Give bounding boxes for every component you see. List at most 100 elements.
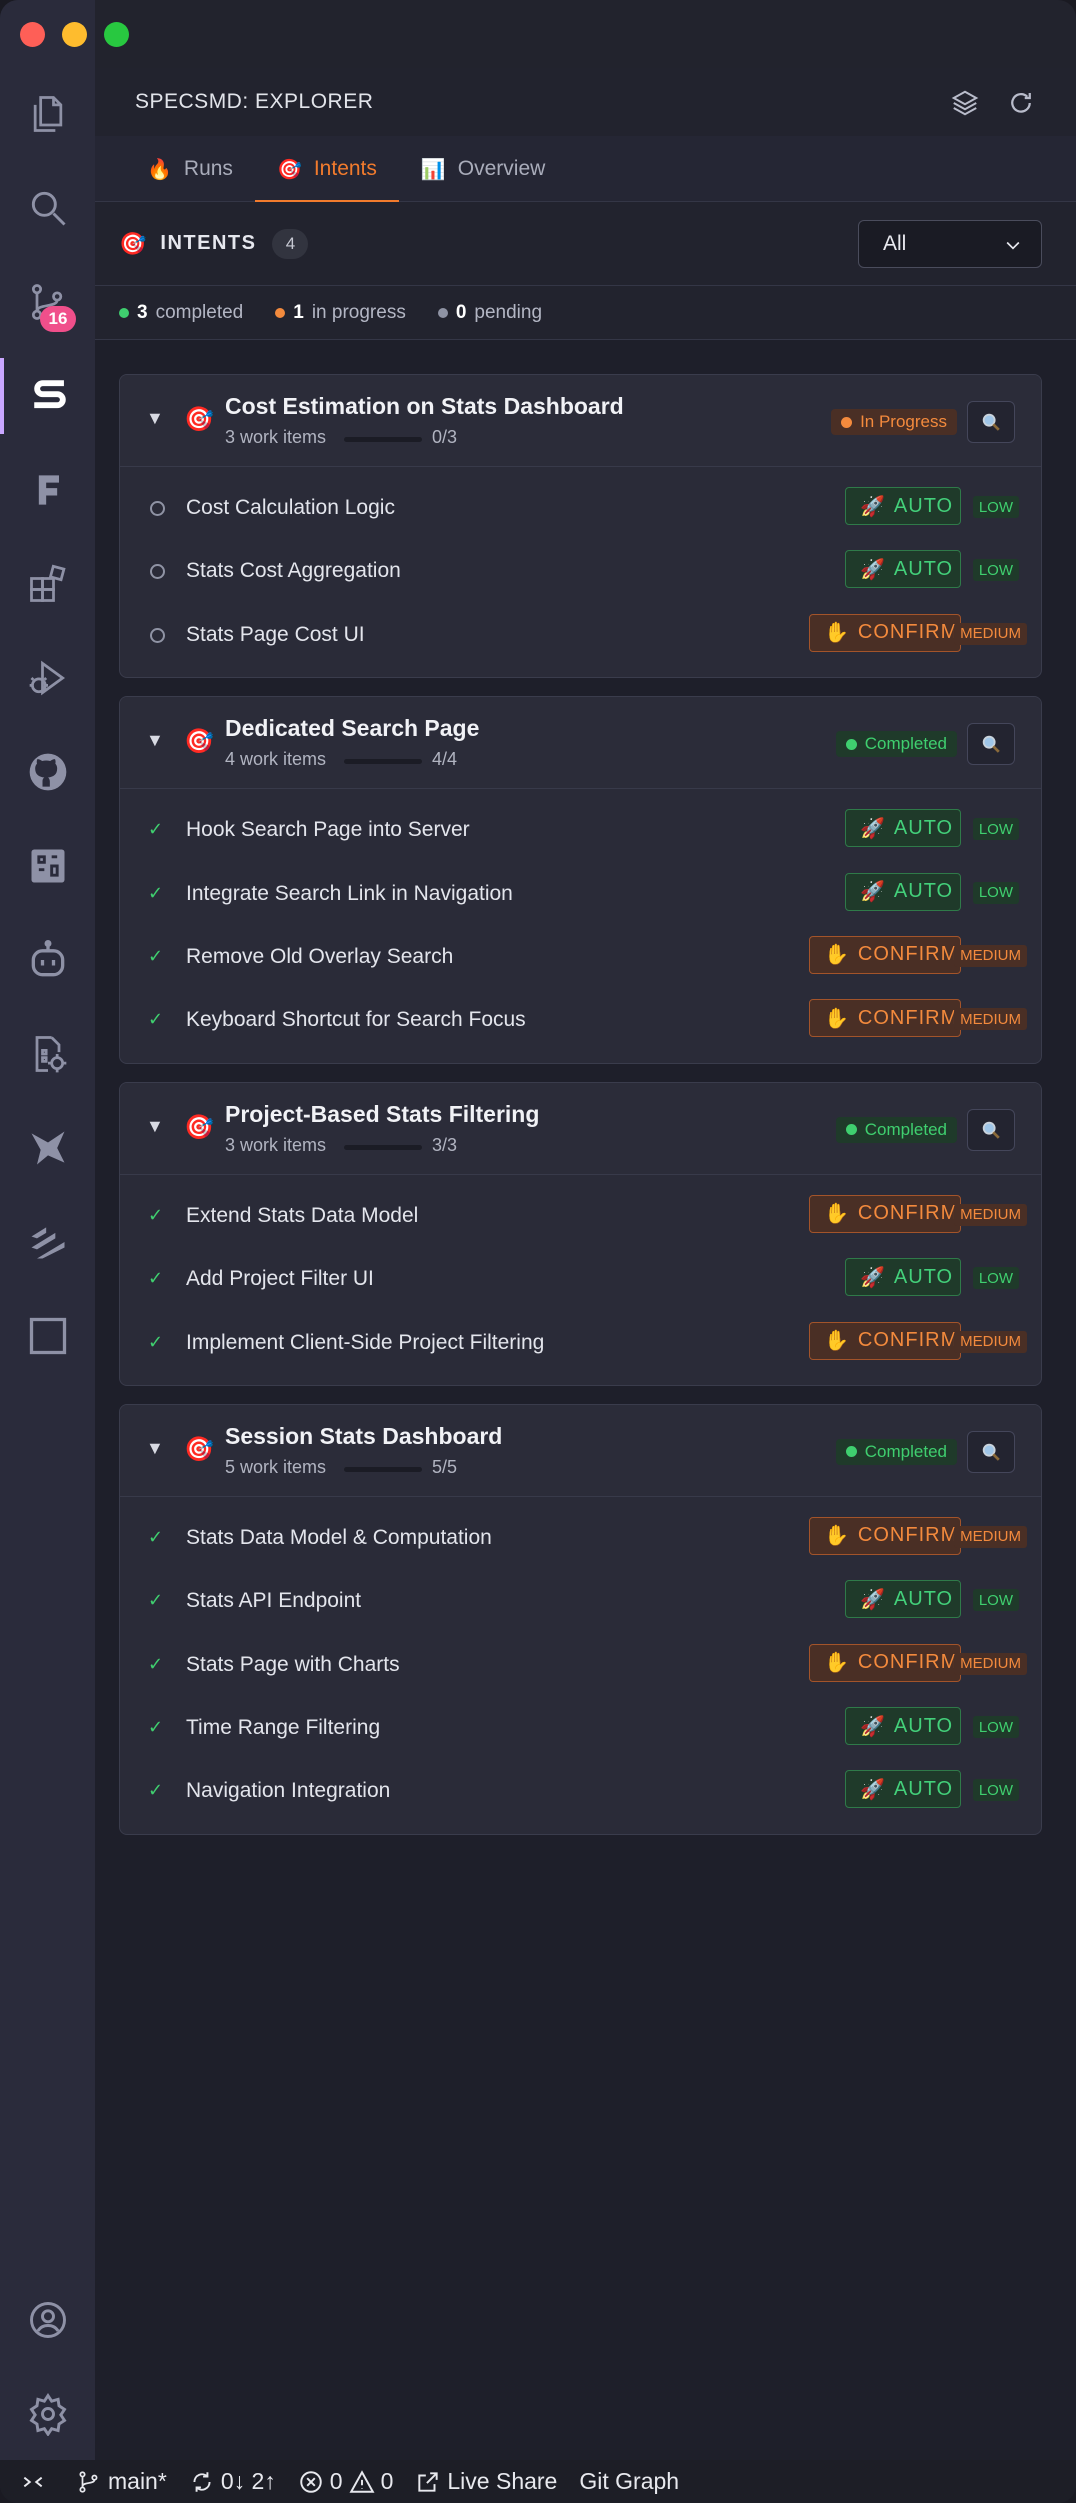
- tab-overview[interactable]: 📊 Overview: [399, 136, 567, 202]
- run-debug-icon[interactable]: [0, 640, 95, 716]
- mode-label: CONFIRM: [857, 1006, 959, 1029]
- work-item[interactable]: ✓ Implement Client-Side Project Filterin…: [120, 1312, 1041, 1375]
- rocket-icon: 🚀: [860, 881, 886, 904]
- source-control-icon[interactable]: 16: [0, 264, 95, 340]
- intents-count-badge: 4: [272, 228, 309, 259]
- inspect-intent-button[interactable]: [967, 1108, 1015, 1151]
- tab-intents[interactable]: 🎯 Intents: [254, 136, 399, 203]
- progress-text: 3/3: [432, 1134, 458, 1155]
- specsmd-extension-icon[interactable]: [0, 358, 95, 434]
- completed-summary: 3 completed: [119, 302, 243, 324]
- copilot-robot-icon[interactable]: [0, 922, 95, 998]
- confirm-mode-badge[interactable]: ✋ CONFIRM: [809, 1194, 961, 1233]
- collapse-caret-icon[interactable]: ▼: [146, 408, 164, 429]
- collapse-caret-icon[interactable]: ▼: [146, 1116, 164, 1137]
- layers-icon[interactable]: [950, 88, 980, 123]
- confirm-mode-badge[interactable]: ✋ CONFIRM: [809, 1643, 961, 1682]
- intent-card-header[interactable]: ▼ 🎯 Cost Estimation on Stats Dashboard 3…: [120, 375, 1041, 467]
- sync-status[interactable]: 0↓ 2↑: [189, 2468, 276, 2495]
- auto-mode-badge[interactable]: 🚀 AUTO: [845, 1707, 961, 1746]
- work-item[interactable]: ✓ Time Range Filtering 🚀 AUTO LOW: [120, 1697, 1041, 1760]
- f-extension-icon[interactable]: [0, 452, 95, 528]
- confirm-mode-badge[interactable]: ✋ CONFIRM: [809, 613, 961, 652]
- complexity-badge: MEDIUM: [954, 1652, 1027, 1675]
- square-panel-icon[interactable]: [0, 1298, 95, 1374]
- auto-mode-badge[interactable]: 🚀 AUTO: [845, 1258, 961, 1297]
- complexity-badge: LOW: [972, 1267, 1019, 1290]
- intent-card-header[interactable]: ▼ 🎯 Project-Based Stats Filtering 3 work…: [120, 1082, 1041, 1175]
- auto-mode-badge[interactable]: 🚀 AUTO: [845, 550, 961, 589]
- intent-list: ▼ 🎯 Cost Estimation on Stats Dashboard 3…: [119, 374, 1042, 1853]
- remote-indicator-icon[interactable]: [20, 2469, 46, 2495]
- confirm-mode-badge[interactable]: ✋ CONFIRM: [809, 1516, 961, 1555]
- minimize-window-button[interactable]: [62, 22, 87, 47]
- check-icon: ✓: [148, 1268, 164, 1289]
- work-item[interactable]: Cost Calculation Logic 🚀 AUTO LOW: [120, 477, 1041, 540]
- status-badge: In Progress: [831, 409, 957, 435]
- target-icon: 🎯: [184, 1435, 214, 1463]
- live-share-label: Live Share: [447, 2468, 558, 2494]
- work-item-label: Stats Page with Charts: [186, 1652, 400, 1676]
- target-icon: 🎯: [184, 728, 214, 756]
- status-label: Completed: [864, 734, 947, 754]
- auto-mode-badge[interactable]: 🚀 AUTO: [845, 1580, 961, 1619]
- work-item[interactable]: ✓ Extend Stats Data Model ✋ CONFIRM MEDI…: [120, 1185, 1041, 1248]
- close-window-button[interactable]: [20, 22, 45, 47]
- github-icon[interactable]: [0, 734, 95, 810]
- settings-gear-icon[interactable]: [0, 2376, 95, 2452]
- activity-bar: 16: [0, 0, 95, 2460]
- remote-settings-icon[interactable]: [0, 1016, 95, 1092]
- inspect-intent-button[interactable]: [967, 401, 1015, 443]
- confirm-mode-badge[interactable]: ✋ CONFIRM: [809, 999, 961, 1038]
- work-item[interactable]: Stats Cost Aggregation 🚀 AUTO LOW: [120, 540, 1041, 603]
- work-item[interactable]: ✓ Add Project Filter UI 🚀 AUTO LOW: [120, 1248, 1041, 1311]
- explorer-files-icon[interactable]: [0, 76, 95, 152]
- maximize-window-button[interactable]: [104, 22, 129, 47]
- bird-extension-icon[interactable]: [0, 1110, 95, 1186]
- work-item[interactable]: Stats Page Cost UI ✋ CONFIRM MEDIUM: [120, 604, 1041, 667]
- collapse-caret-icon[interactable]: ▼: [146, 730, 164, 751]
- auto-mode-badge[interactable]: 🚀 AUTO: [845, 1770, 961, 1809]
- inspect-intent-button[interactable]: [967, 1430, 1015, 1473]
- intent-card-header[interactable]: ▼ 🎯 Dedicated Search Page 4 work items 4…: [120, 697, 1041, 790]
- branch-status[interactable]: main*: [76, 2468, 167, 2495]
- auto-mode-badge[interactable]: 🚀 AUTO: [845, 487, 961, 525]
- intent-card-header[interactable]: ▼ 🎯 Session Stats Dashboard 5 work items…: [120, 1404, 1041, 1497]
- auto-mode-badge[interactable]: 🚀 AUTO: [845, 872, 961, 911]
- complexity-badge: LOW: [972, 1716, 1019, 1739]
- extensions-icon[interactable]: [0, 546, 95, 622]
- search-icon[interactable]: [0, 170, 95, 246]
- auto-mode-badge[interactable]: 🚀 AUTO: [845, 809, 961, 848]
- work-item[interactable]: ✓ Stats API Endpoint 🚀 AUTO LOW: [120, 1570, 1041, 1633]
- git-graph-button[interactable]: Git Graph: [579, 2468, 679, 2495]
- complexity-badge: LOW: [972, 1589, 1019, 1612]
- tab-runs[interactable]: 🔥 Runs: [125, 136, 255, 202]
- work-item[interactable]: ✓ Navigation Integration 🚀 AUTO LOW: [120, 1760, 1041, 1823]
- problems-status[interactable]: 0 0: [298, 2468, 393, 2495]
- intent-filter-select[interactable]: All: [858, 220, 1042, 268]
- kanban-board-icon[interactable]: [0, 828, 95, 904]
- sync-icon: [193, 2471, 211, 2492]
- confirm-mode-badge[interactable]: ✋ CONFIRM: [809, 1321, 961, 1360]
- progress-text: 5/5: [432, 1456, 458, 1477]
- work-item-label: Stats Page Cost UI: [186, 622, 365, 646]
- check-icon: ✓: [148, 1780, 164, 1801]
- work-item[interactable]: ✓ Stats Page with Charts ✋ CONFIRM MEDIU…: [120, 1634, 1041, 1697]
- filter-value: All: [883, 232, 907, 255]
- hand-icon: ✋: [824, 1007, 850, 1030]
- confirm-mode-badge[interactable]: ✋ CONFIRM: [809, 935, 961, 974]
- work-item[interactable]: ✓ Stats Data Model & Computation ✋ CONFI…: [120, 1507, 1041, 1570]
- collapse-caret-icon[interactable]: ▼: [146, 1438, 164, 1459]
- work-item[interactable]: ✓ Keyboard Shortcut for Search Focus ✋ C…: [120, 989, 1041, 1052]
- deploy-extension-icon[interactable]: [0, 1204, 95, 1280]
- mode-label: CONFIRM: [857, 1329, 959, 1352]
- branch-name: main*: [108, 2468, 167, 2494]
- work-item[interactable]: ✓ Hook Search Page into Server 🚀 AUTO LO…: [120, 799, 1041, 862]
- status-badge: Completed: [835, 731, 957, 758]
- inspect-intent-button[interactable]: [967, 723, 1015, 766]
- live-share-button[interactable]: Live Share: [415, 2468, 557, 2495]
- work-item[interactable]: ✓ Remove Old Overlay Search ✋ CONFIRM ME…: [120, 926, 1041, 989]
- account-icon[interactable]: [0, 2282, 95, 2358]
- refresh-icon[interactable]: [1006, 88, 1036, 123]
- work-item[interactable]: ✓ Integrate Search Link in Navigation 🚀 …: [120, 863, 1041, 926]
